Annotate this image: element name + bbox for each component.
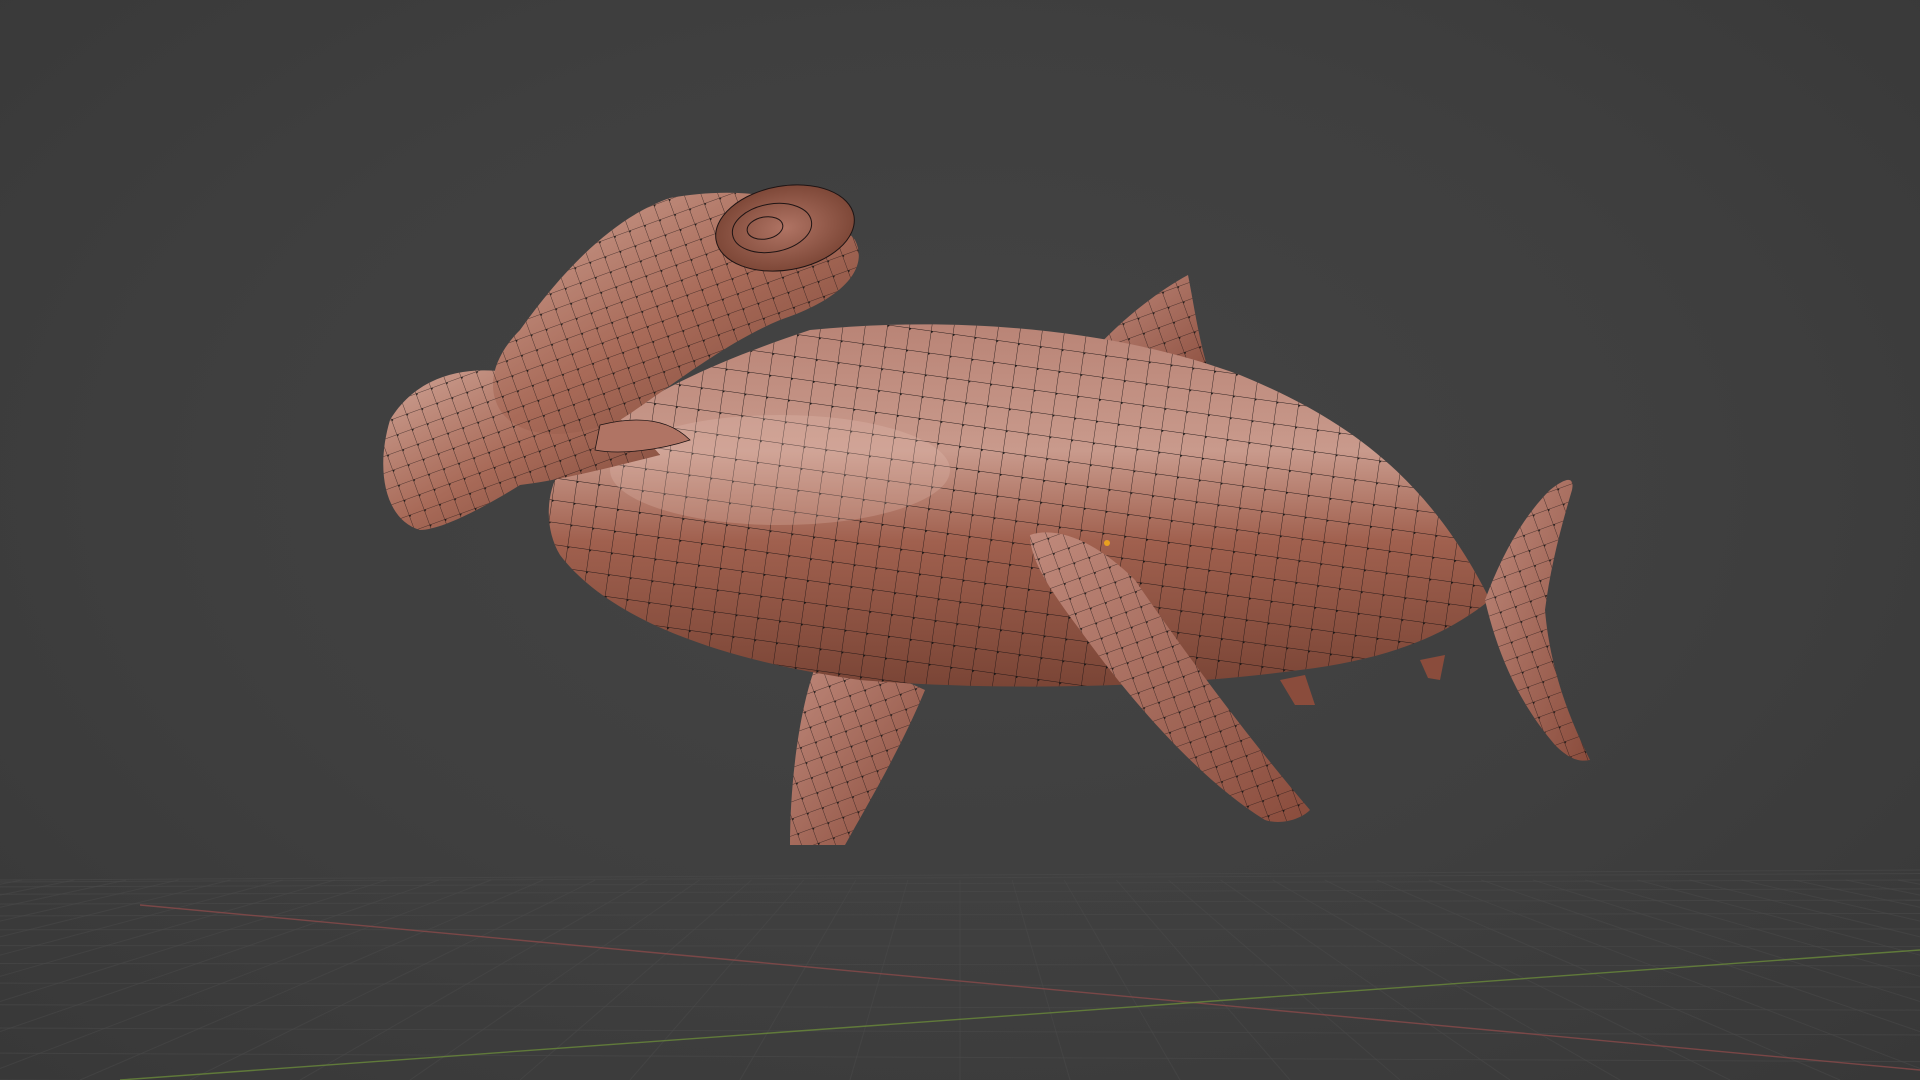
object-origin-marker[interactable]: [1104, 540, 1110, 546]
grid-line: [1063, 879, 1181, 1080]
caudal-fin[interactable]: [1485, 479, 1590, 761]
grid-line: [849, 879, 909, 1080]
grid-line: [0, 879, 283, 956]
grid-line: [1741, 879, 1920, 922]
viewport-canvas[interactable]: [0, 0, 1920, 1080]
grid-line: [739, 879, 857, 1080]
grid-line: [0, 879, 179, 922]
grid-line: [0, 879, 492, 1070]
grid-line: [1324, 879, 1731, 1080]
pelvic-fin[interactable]: [1280, 675, 1315, 705]
hammerhead-shark-mesh[interactable]: [383, 174, 1590, 845]
floor-grid: [0, 869, 1920, 1080]
grid-line: [0, 879, 75, 896]
shark-body[interactable]: [548, 324, 1490, 687]
grid-line: [0, 879, 440, 1033]
grid-line: [1011, 879, 1071, 1080]
grid-line: [1845, 879, 1920, 896]
3d-viewport[interactable]: [0, 0, 1920, 1080]
grid-line: [0, 879, 23, 885]
grid-line: [1897, 879, 1920, 885]
grid-line: [1637, 879, 1920, 956]
grid-line: [1533, 879, 1920, 1003]
grid-line: [1689, 879, 1920, 938]
pectoral-fin-left[interactable]: [790, 655, 925, 845]
anal-fin[interactable]: [1420, 655, 1445, 680]
